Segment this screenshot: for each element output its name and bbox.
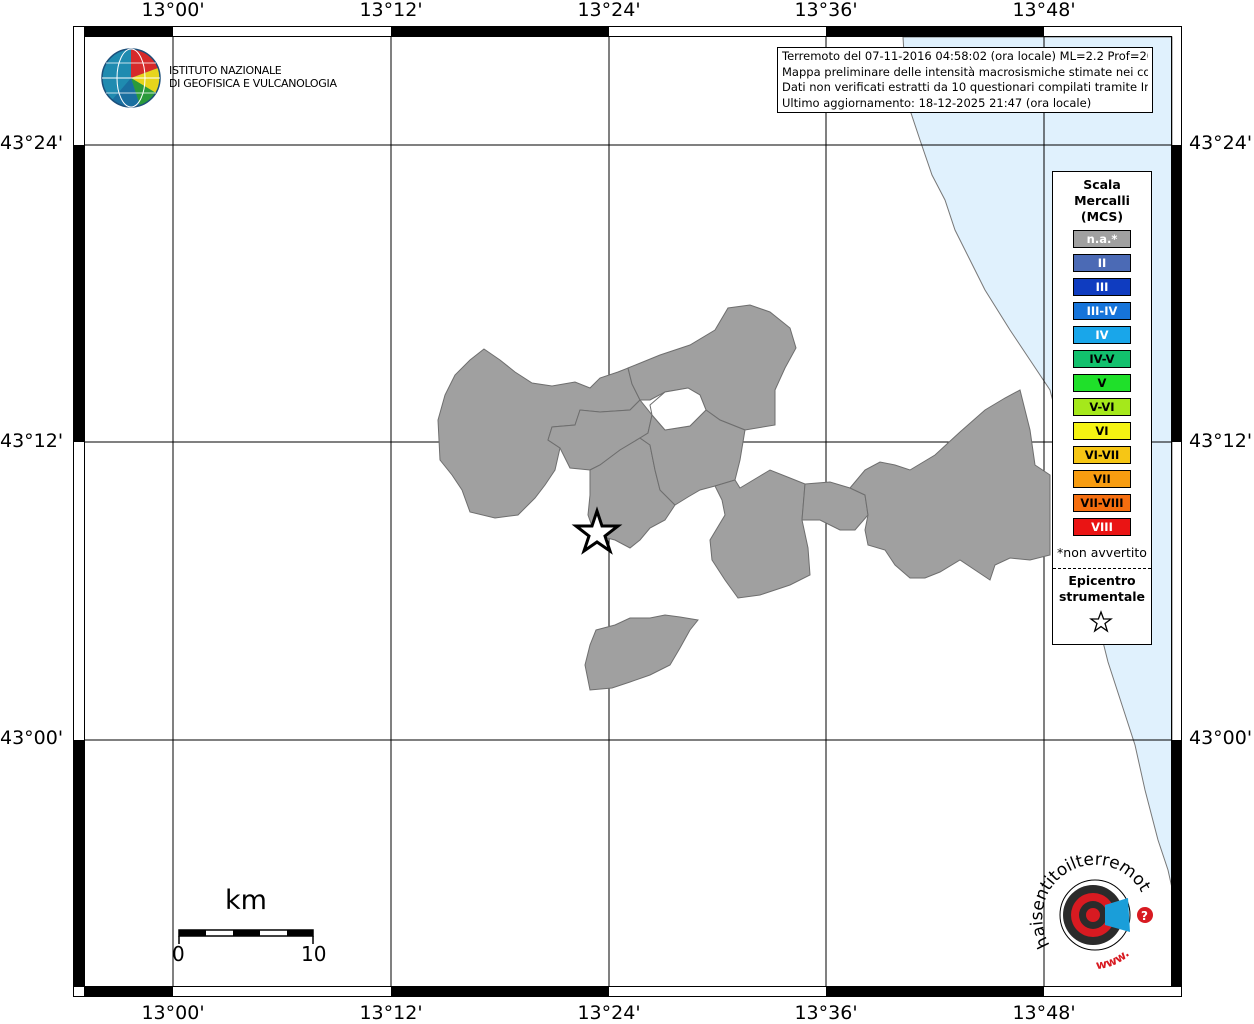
- scale-bar-start: 0: [172, 942, 185, 966]
- lat-label-right: 43°24': [1189, 132, 1253, 154]
- municipalities: [437, 304, 1051, 691]
- legend-swatch: III: [1073, 278, 1131, 296]
- legend-title-line: Mercalli: [1074, 193, 1130, 208]
- legend-swatch: n.a.*: [1073, 230, 1131, 248]
- lat-label-right: 43°00': [1189, 727, 1253, 749]
- info-line: Mappa preliminare delle intensità macros…: [782, 64, 1148, 79]
- lon-label-top: 13°24': [577, 0, 641, 21]
- legend-swatch: VI: [1073, 422, 1131, 440]
- mcs-legend: Scala Mercalli (MCS) n.a.* II III III-IV IV I…: [1052, 171, 1152, 645]
- legend-epicenter-line: strumentale: [1058, 589, 1146, 604]
- legend-swatch: VII-VIII: [1073, 494, 1131, 512]
- legend-star-icon: [1089, 610, 1113, 633]
- legend-title-line: Scala: [1083, 177, 1121, 192]
- info-line: Terremoto del 07-11-2016 04:58:02 (ora l…: [782, 49, 1148, 63]
- svg-text:www.: www.: [1095, 946, 1132, 972]
- scale-bar-end: 10: [301, 942, 327, 966]
- legend-swatch: IV: [1073, 326, 1131, 344]
- svg-text:?: ?: [1141, 909, 1148, 923]
- scale-bar: [178, 929, 314, 944]
- institute-line2: DI GEOFISICA E VULCANOLOGIA: [169, 77, 337, 90]
- lat-label-left: 43°24': [0, 132, 64, 154]
- legend-swatch: II: [1073, 254, 1131, 272]
- lon-label-top: 13°00': [141, 0, 205, 21]
- legend-swatch: V-VI: [1073, 398, 1131, 416]
- legend-swatch: VII: [1073, 470, 1131, 488]
- legend-title-line: (MCS): [1080, 209, 1124, 224]
- lon-label-top: 13°36': [794, 0, 858, 21]
- lon-label-bottom: 13°24': [577, 1002, 641, 1024]
- legend-epicenter-line: Epicentro: [1068, 573, 1136, 588]
- site-logo-prefix: www.: [1095, 946, 1132, 972]
- legend-swatch: VIII: [1073, 518, 1131, 536]
- legend-epicenter-label: Epicentro strumentale: [1053, 573, 1151, 605]
- lat-label-left: 43°12': [0, 430, 64, 452]
- info-line: Dati non verificati estratti da 10 quest…: [782, 80, 1148, 94]
- municipality-south: [584, 614, 699, 691]
- legend-swatch: III-IV: [1073, 302, 1131, 320]
- institute-name: ISTITUTO NAZIONALE DI GEOFISICA E VULCAN…: [169, 64, 337, 90]
- legend-swatch: V: [1073, 374, 1131, 392]
- ingv-logo-icon: [101, 48, 161, 108]
- legend-swatch: IV-V: [1073, 350, 1131, 368]
- lon-label-bottom: 13°00': [141, 1002, 205, 1024]
- legend-divider: [1053, 568, 1151, 569]
- info-line: Ultimo aggiornamento: 18-12-2025 21:47 (…: [782, 95, 1092, 110]
- legend-title: Scala Mercalli (MCS): [1053, 177, 1151, 225]
- lon-label-top: 13°48': [1012, 0, 1076, 21]
- lat-label-right: 43°12': [1189, 430, 1253, 452]
- lon-label-bottom: 13°48': [1012, 1002, 1076, 1024]
- earthquake-info-box: Terremoto del 07-11-2016 04:58:02 (ora l…: [777, 47, 1153, 113]
- lon-label-bottom: 13°12': [359, 1002, 423, 1024]
- municipality-east: [849, 389, 1051, 581]
- lon-label-bottom: 13°36': [794, 1002, 858, 1024]
- lon-label-top: 13°12': [359, 0, 423, 21]
- municipality-middle: [709, 469, 811, 599]
- legend-swatch: VI-VII: [1073, 446, 1131, 464]
- lat-label-left: 43°00': [0, 727, 64, 749]
- scale-bar-unit: km: [225, 885, 267, 916]
- institute-line1: ISTITUTO NAZIONALE: [169, 64, 282, 77]
- legend-note: *non avvertito: [1057, 545, 1147, 560]
